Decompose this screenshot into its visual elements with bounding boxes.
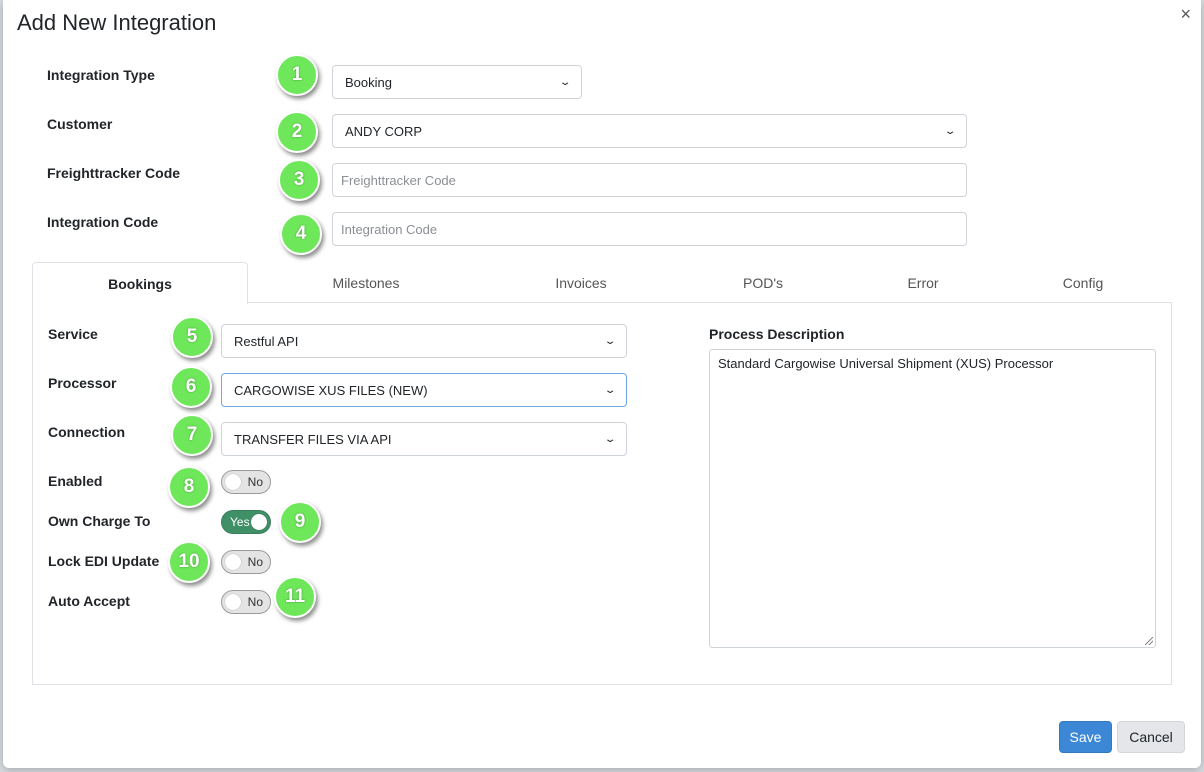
callout-badge: 6 [170, 366, 212, 408]
freighttracker-code-label: Freighttracker Code [47, 165, 181, 181]
customer-select[interactable]: ANDY CORP ⌄ [332, 114, 967, 148]
callout-badge: 9 [279, 501, 321, 543]
tab-error[interactable]: Error [853, 262, 993, 303]
tab-bookings[interactable]: Bookings [32, 262, 248, 304]
integration-code-input[interactable]: Integration Code [332, 212, 967, 246]
process-description-value: Standard Cargowise Universal Shipment (X… [718, 356, 1054, 371]
own-charge-to-state: Yes [230, 515, 250, 529]
tab-config[interactable]: Config [1013, 262, 1153, 303]
enabled-label: Enabled [48, 473, 103, 489]
callout-badge: 8 [168, 466, 210, 508]
callout-badge: 11 [274, 576, 316, 618]
auto-accept-toggle[interactable]: No [221, 590, 271, 614]
connection-value: TRANSFER FILES VIA API [234, 431, 392, 447]
tab-pods[interactable]: POD's [683, 262, 843, 303]
toggle-knob [225, 594, 241, 610]
service-value: Restful API [234, 333, 299, 349]
callout-badge: 10 [168, 541, 210, 583]
tab-invoices[interactable]: Invoices [481, 262, 681, 303]
tab-milestones[interactable]: Milestones [256, 262, 476, 303]
modal-title: Add New Integration [17, 10, 217, 35]
lock-edi-update-state: No [247, 555, 263, 569]
toggle-knob [251, 514, 267, 530]
process-description-textarea[interactable]: Standard Cargowise Universal Shipment (X… [709, 349, 1156, 648]
connection-label: Connection [48, 424, 125, 440]
freighttracker-code-placeholder: Freighttracker Code [341, 172, 456, 188]
integration-code-placeholder: Integration Code [341, 221, 438, 237]
integration-code-label: Integration Code [47, 214, 159, 230]
lock-edi-update-toggle[interactable]: No [221, 550, 271, 574]
chevron-down-icon: ⌄ [558, 76, 572, 88]
own-charge-to-toggle[interactable]: Yes [221, 510, 271, 534]
integration-type-value: Booking [345, 74, 392, 90]
callout-badge: 2 [276, 111, 318, 153]
callout-badge: 1 [276, 54, 318, 96]
save-button[interactable]: Save [1059, 721, 1112, 753]
customer-value: ANDY CORP [345, 123, 423, 139]
auto-accept-label: Auto Accept [48, 593, 130, 609]
resize-handle-icon[interactable] [1145, 637, 1153, 645]
cancel-button[interactable]: Cancel [1117, 721, 1185, 753]
service-select[interactable]: Restful API ⌄ [221, 324, 627, 358]
toggle-knob [225, 554, 241, 570]
callout-badge: 4 [280, 213, 322, 255]
integration-type-select[interactable]: Booking ⌄ [332, 65, 582, 99]
callout-badge: 3 [278, 159, 320, 201]
chevron-down-icon: ⌄ [943, 125, 957, 137]
processor-value: CARGOWISE XUS FILES (NEW) [234, 382, 428, 398]
processor-label: Processor [48, 375, 117, 391]
chevron-down-icon: ⌄ [603, 433, 617, 445]
lock-edi-update-label: Lock EDI Update [48, 553, 160, 569]
connection-select[interactable]: TRANSFER FILES VIA API ⌄ [221, 422, 627, 456]
own-charge-to-label: Own Charge To [48, 513, 151, 529]
enabled-toggle[interactable]: No [221, 470, 271, 494]
chevron-down-icon: ⌄ [603, 335, 617, 347]
process-description-label: Process Description [709, 326, 845, 342]
freighttracker-code-input[interactable]: Freighttracker Code [332, 163, 967, 197]
callout-badge: 7 [171, 414, 213, 456]
toggle-knob [225, 474, 241, 490]
chevron-down-icon: ⌄ [603, 384, 617, 396]
integration-type-label: Integration Type [47, 67, 155, 83]
auto-accept-state: No [247, 595, 263, 609]
service-label: Service [48, 326, 98, 342]
processor-select[interactable]: CARGOWISE XUS FILES (NEW) ⌄ [221, 373, 627, 407]
close-icon[interactable]: × [1180, 4, 1191, 24]
enabled-state: No [247, 475, 263, 489]
callout-badge: 5 [171, 316, 213, 358]
customer-label: Customer [47, 116, 113, 132]
